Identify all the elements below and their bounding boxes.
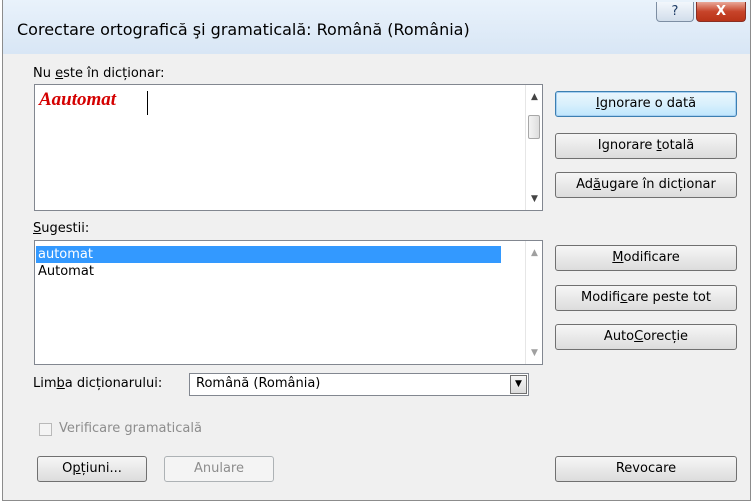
dictionary-language-label: Limba dicționarului: [33,376,163,391]
grammar-check-checkbox[interactable] [39,423,52,436]
scroll-down-arrow-icon[interactable]: ▼ [526,191,542,208]
spelling-dialog: Corectare ortografică şi gramaticală: Ro… [2,0,751,501]
scroll-down-arrow-icon[interactable]: ▼ [526,345,542,362]
chevron-down-icon[interactable]: ▼ [510,375,527,394]
suggestions-list[interactable]: automat Automat ▲ ▼ [34,240,543,365]
suggestion-item-automat[interactable]: automat [36,246,501,263]
text-caret [147,91,148,115]
misspelled-word: Aautomat [39,89,117,110]
suggestions-label: Sugestii: [33,221,90,236]
scroll-thumb[interactable] [528,115,540,139]
ignore-all-button[interactable]: Ignorare totală [555,133,737,159]
dictionary-language-select[interactable]: Română (România) ▼ [189,373,529,396]
undo-button[interactable]: Revocare [555,456,737,482]
add-to-dictionary-button[interactable]: Adăugare în dicționar [555,172,737,198]
not-in-dictionary-label: Nu este în dicționar: [33,66,165,81]
dictionary-language-value: Română (România) [196,376,321,391]
textbox-scrollbar[interactable]: ▲ ▼ [525,85,542,210]
close-button[interactable]: X [696,2,746,22]
suggestion-item-automat-capital[interactable]: Automat [36,263,501,280]
change-button[interactable]: Modificare [555,245,737,271]
cancel-button[interactable]: Anulare [164,456,274,482]
suggestions-scrollbar[interactable]: ▲ ▼ [525,241,542,364]
change-all-button[interactable]: Modificare peste tot [555,285,737,311]
scroll-up-arrow-icon[interactable]: ▲ [526,245,542,262]
scroll-up-arrow-icon[interactable]: ▲ [526,89,542,106]
title-bar: Corectare ortografică şi gramaticală: Ro… [3,0,750,54]
autocorrect-button[interactable]: AutoCorecție [555,324,737,350]
not-in-dictionary-textbox[interactable]: Aautomat ▲ ▼ [34,84,543,211]
grammar-check-label: Verificare gramaticală [59,421,202,436]
ignore-once-button[interactable]: Ignorare o dată [555,91,737,117]
options-button[interactable]: Opțiuni... [37,456,147,482]
dialog-title: Corectare ortografică şi gramaticală: Ro… [17,20,470,39]
help-button[interactable]: ? [656,2,694,22]
